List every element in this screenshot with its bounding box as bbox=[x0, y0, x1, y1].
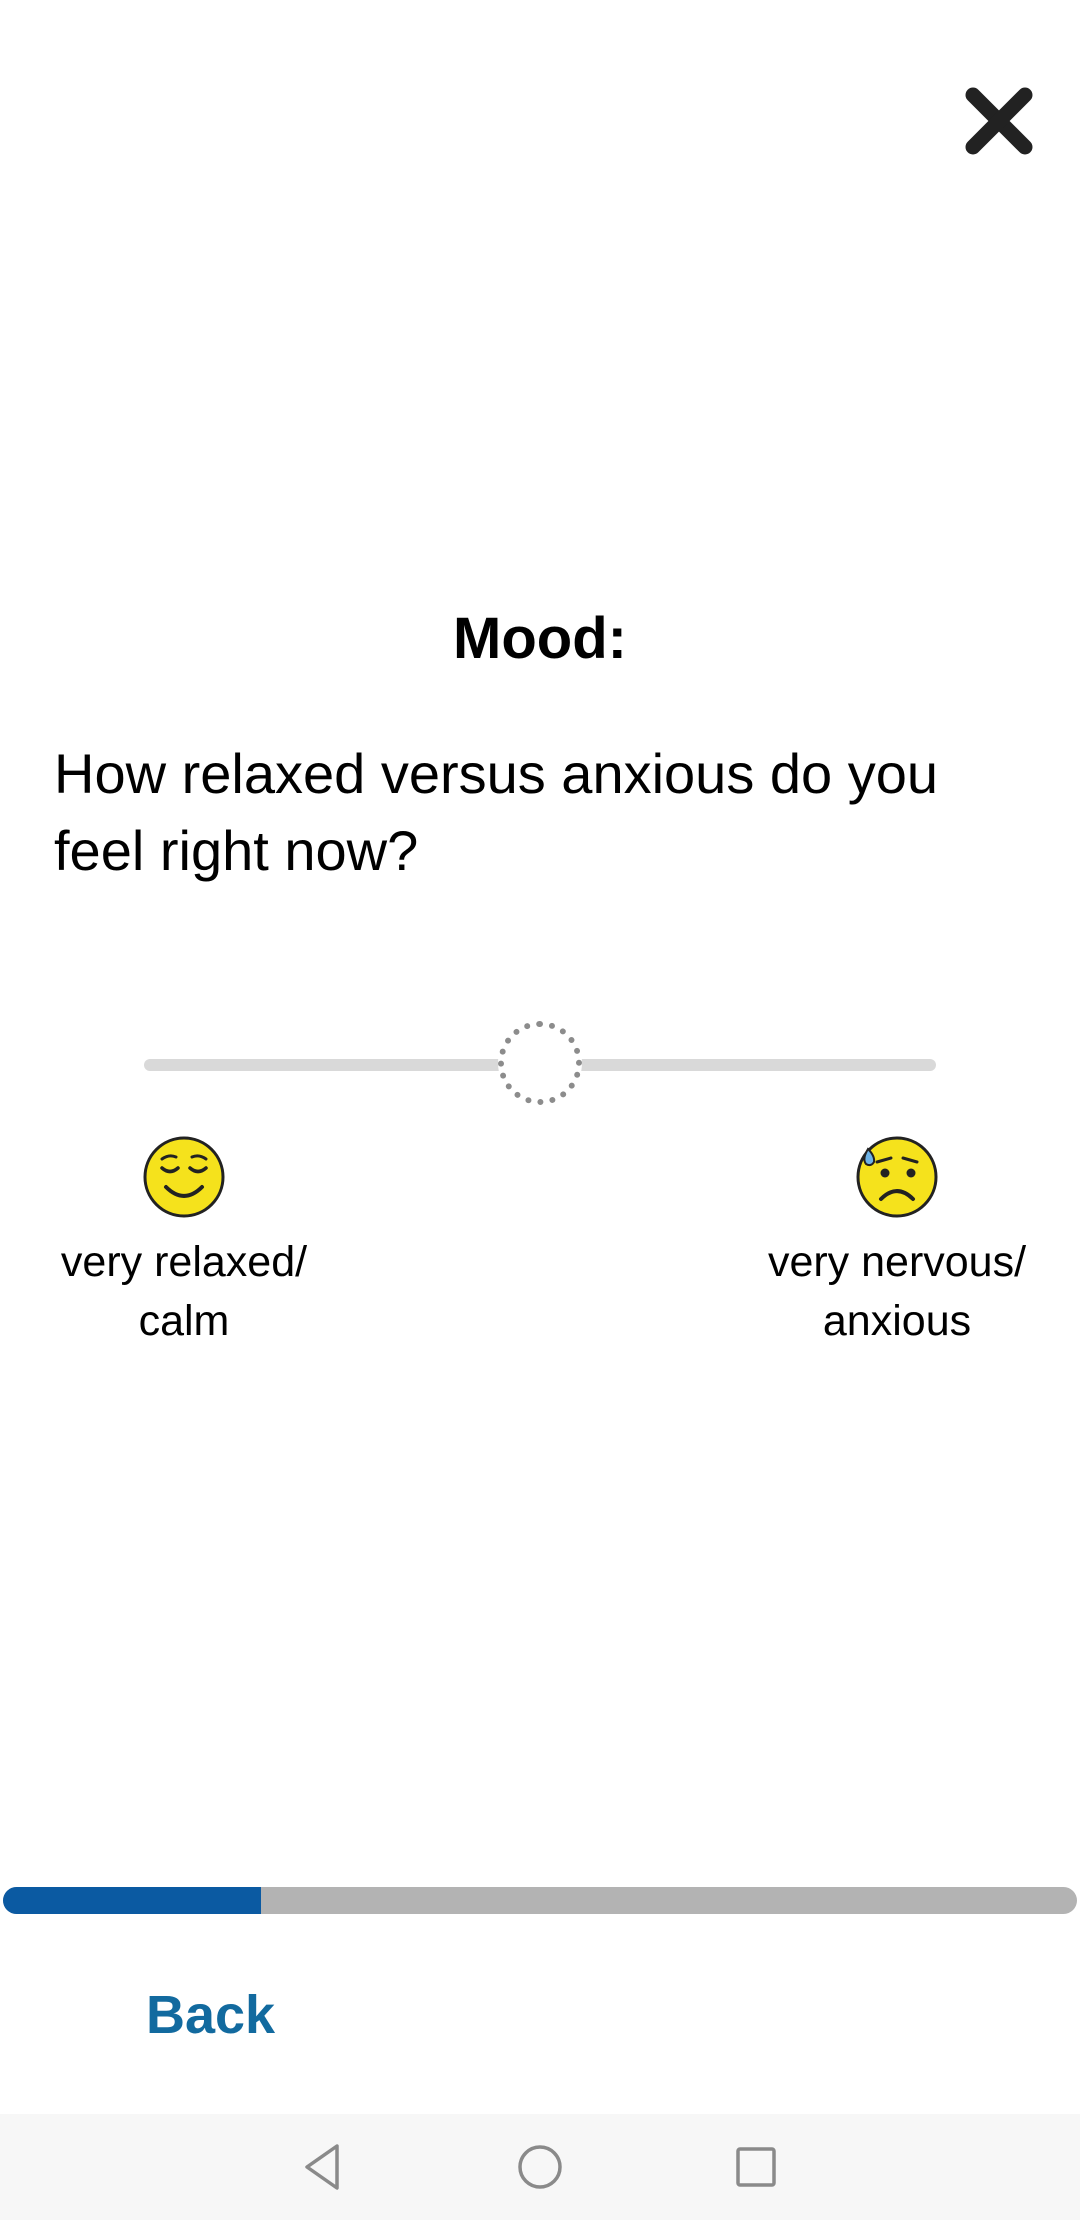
system-home-button[interactable] bbox=[509, 2136, 571, 2198]
system-back-button[interactable] bbox=[292, 2136, 354, 2198]
anxious-face-with-sweat-emoji-icon bbox=[855, 1135, 939, 1219]
close-button[interactable] bbox=[964, 86, 1034, 156]
back-button[interactable]: Back bbox=[146, 1980, 275, 2050]
slider-right-anchor: very nervous/ anxious bbox=[757, 1135, 1037, 1351]
right-anchor-label: very nervous/ anxious bbox=[757, 1233, 1037, 1351]
question-title: Mood: bbox=[0, 604, 1080, 674]
mood-slider[interactable] bbox=[130, 1010, 950, 1120]
relieved-face-emoji-icon bbox=[142, 1135, 226, 1219]
system-navigation-bar bbox=[0, 2114, 1080, 2220]
mood-survey-screen: Mood: How relaxed versus anxious do you … bbox=[0, 0, 1080, 2220]
left-anchor-label: very relaxed/ calm bbox=[40, 1233, 328, 1351]
slider-left-anchor: very relaxed/ calm bbox=[40, 1135, 328, 1351]
nav-home-icon bbox=[509, 2136, 571, 2198]
close-icon bbox=[964, 86, 1034, 156]
survey-progress-bar bbox=[3, 1887, 1077, 1914]
system-recents-button[interactable] bbox=[725, 2136, 787, 2198]
nav-recents-icon bbox=[725, 2136, 787, 2198]
nav-back-icon bbox=[292, 2136, 354, 2198]
question-text: How relaxed versus anxious do you feel r… bbox=[54, 735, 1014, 889]
progress-fill bbox=[3, 1887, 261, 1914]
slider-thumb[interactable] bbox=[498, 1021, 582, 1105]
